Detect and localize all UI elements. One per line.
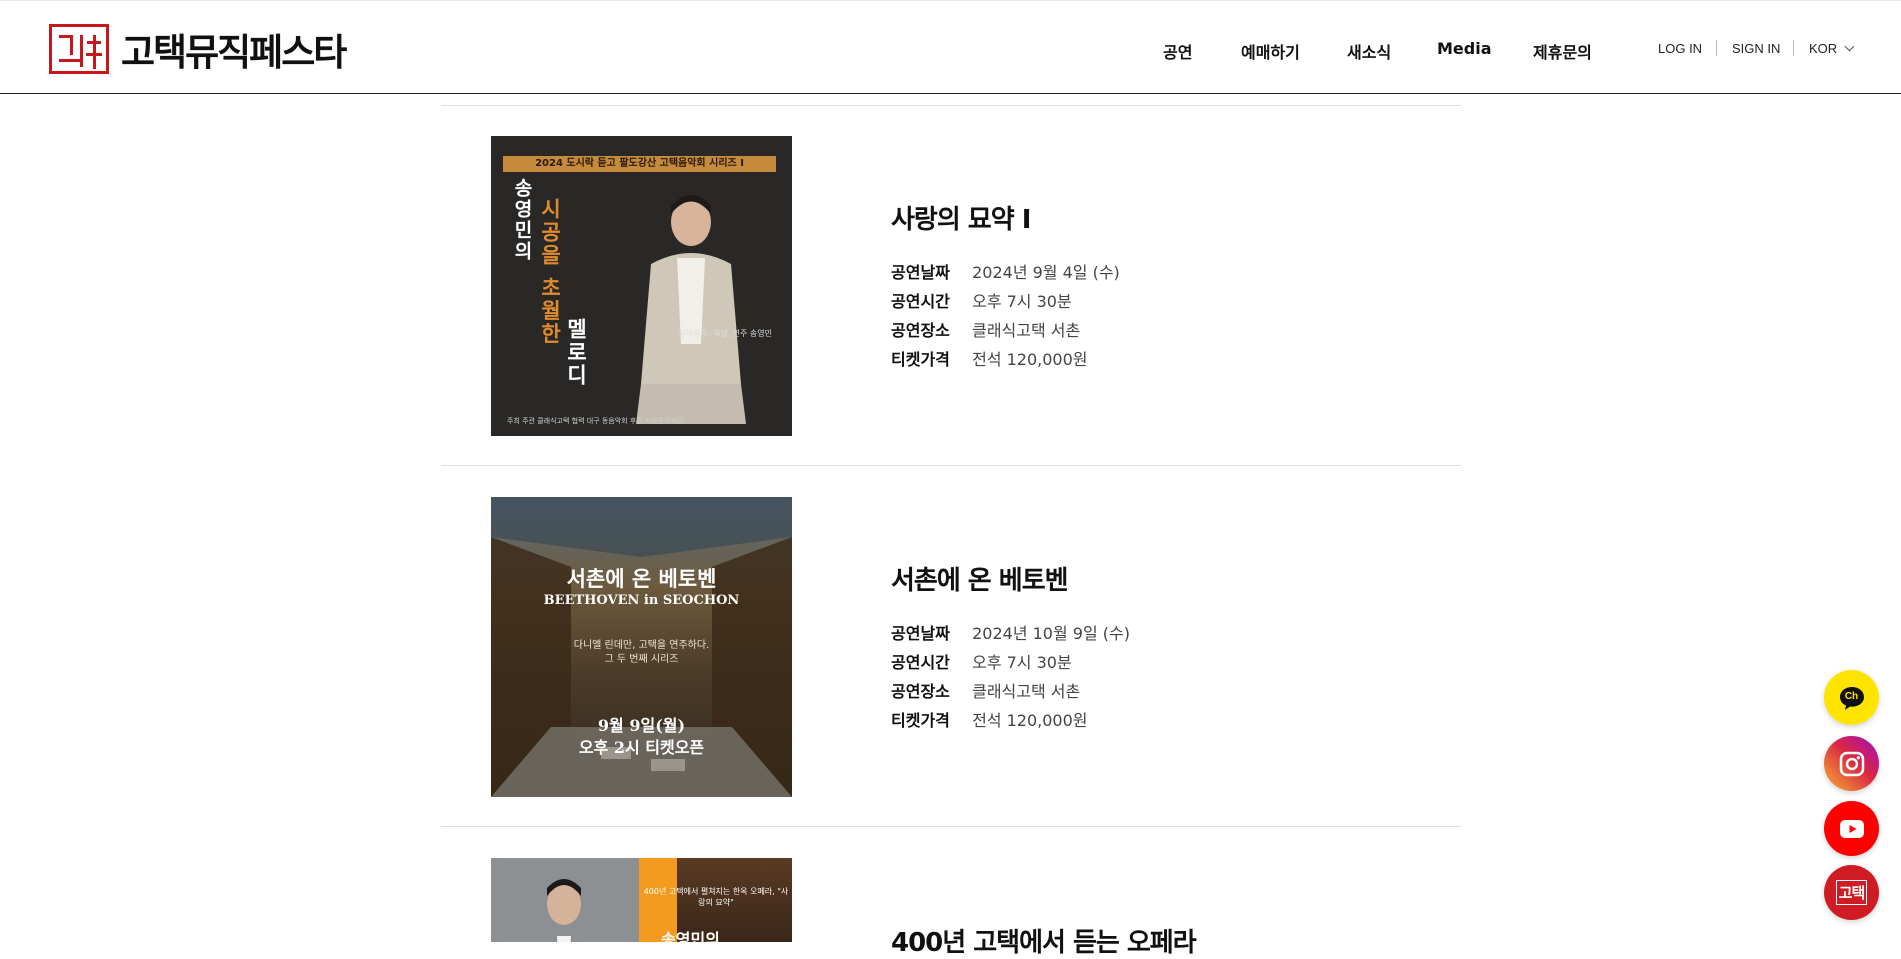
row-divider: [441, 105, 1461, 106]
signin-link[interactable]: SIGN IN: [1732, 41, 1780, 56]
poster-desc: 다니엘 린데만, 고택을 연주하다. 그 두 번째 시리즈: [491, 639, 792, 667]
youtube-button[interactable]: [1824, 801, 1879, 856]
poster-title: 서촌에 온 베토벤: [566, 566, 717, 591]
info-venue: 공연장소 클래식고택 서촌: [891, 678, 1080, 702]
poster-desc: 400년 고택에서 펼쳐지는 한옥 오페라, "사랑의 묘약": [643, 887, 789, 907]
kakao-label: Ch: [1844, 691, 1859, 702]
info-label: 공연시간: [891, 292, 950, 311]
nav-item-booking[interactable]: 예매하기: [1241, 39, 1300, 63]
poster-ticket-line: 9월 9일(월): [597, 716, 686, 735]
poster-vertical-text: 멜로디: [564, 318, 588, 387]
info-value: 2024년 10월 9일 (수): [972, 624, 1130, 643]
poster-band-text: 2024 도시락 듣고 팔도강산 고택음악회 시리즈 I: [503, 156, 776, 172]
poster-title: 송영민의: [661, 930, 720, 942]
performance-title[interactable]: 사랑의 묘약 I: [891, 199, 1031, 236]
language-selector[interactable]: KOR: [1809, 41, 1837, 56]
kakao-channel-button[interactable]: Ch: [1824, 670, 1879, 725]
info-price: 티켓가격 전석 120,000원: [891, 346, 1088, 370]
logo-text: 고택뮤직페스타: [121, 31, 347, 74]
info-value: 전석 120,000원: [972, 711, 1088, 730]
row-divider: [441, 465, 1461, 466]
util-divider: [1793, 40, 1794, 56]
info-label: 공연장소: [891, 682, 950, 701]
poster-subtitle: BEETHOVEN in SEOCHON: [543, 593, 740, 608]
info-value: 클래식고택 서촌: [972, 321, 1081, 340]
site-header: 고택뮤직페스타 공연 예매하기 새소식 Media 제휴문의 LOG IN SI…: [0, 0, 1901, 94]
instagram-button[interactable]: [1824, 736, 1879, 791]
poster-beethoven[interactable]: 서촌에 온 베토벤 BEETHOVEN in SEOCHON 다니엘 린데만, …: [491, 497, 792, 797]
site-logo[interactable]: 고택뮤직페스타: [49, 22, 347, 76]
poster-desc-line: 그 두 번째 시리즈: [604, 654, 679, 665]
info-value: 오후 7시 30분: [972, 653, 1072, 672]
info-label: 공연날짜: [891, 624, 950, 643]
poster-credit: 음악감독, 해설, 연주 송영민: [678, 329, 772, 338]
info-label: 티켓가격: [891, 350, 950, 369]
poster-desc-line: 다니엘 린데만, 고택을 연주하다.: [573, 640, 710, 651]
chevron-down-icon[interactable]: [1844, 41, 1855, 52]
info-value: 전석 120,000원: [972, 350, 1088, 369]
info-label: 티켓가격: [891, 711, 950, 730]
info-value: 2024년 9월 4일 (수): [972, 263, 1120, 282]
nav-item-performance[interactable]: 공연: [1163, 39, 1192, 63]
poster-ticket-line: 오후 2시 티켓오픈: [578, 738, 705, 757]
poster-opera[interactable]: 400년 고택에서 펼쳐지는 한옥 오페라, "사랑의 묘약" 송영민의: [491, 858, 792, 942]
info-venue: 공연장소 클래식고택 서촌: [891, 317, 1080, 341]
row-divider: [441, 826, 1461, 827]
info-value: 오후 7시 30분: [972, 292, 1072, 311]
poster-footer: 주최 주관 클래식고택 협력 대구 동음악회 후원 서울문화재단: [507, 417, 684, 425]
instagram-icon: [1839, 751, 1864, 776]
info-value: 클래식고택 서촌: [972, 682, 1081, 701]
performance-title[interactable]: 400년 고택에서 듣는 오페라: [891, 922, 1197, 959]
home-logo-button[interactable]: 고택: [1824, 865, 1879, 920]
poster-love-potion[interactable]: 2024 도시락 듣고 팔도강산 고택음악회 시리즈 I 송영민의 시공을 초월…: [491, 136, 792, 436]
performance-title[interactable]: 서촌에 온 베토벤: [891, 560, 1069, 597]
login-link[interactable]: LOG IN: [1658, 41, 1702, 56]
performer-photo: [636, 195, 746, 424]
info-date: 공연날짜 2024년 9월 4일 (수): [891, 259, 1120, 283]
info-date: 공연날짜 2024년 10월 9일 (수): [891, 620, 1130, 644]
info-time: 공연시간 오후 7시 30분: [891, 288, 1072, 312]
nav-item-partnership[interactable]: 제휴문의: [1533, 39, 1592, 63]
info-label: 공연시간: [891, 653, 950, 672]
util-divider: [1716, 40, 1717, 56]
logo-mark-icon: [49, 24, 109, 74]
performer-photo: [547, 879, 581, 942]
youtube-icon: [1839, 819, 1864, 838]
poster-vertical-text: 송영민의: [511, 178, 533, 262]
nav-item-news[interactable]: 새소식: [1347, 39, 1391, 63]
info-price: 티켓가격 전석 120,000원: [891, 707, 1088, 731]
info-label: 공연날짜: [891, 263, 950, 282]
logo-mark-icon: 고택: [1835, 880, 1868, 905]
info-time: 공연시간 오후 7시 30분: [891, 649, 1072, 673]
info-label: 공연장소: [891, 321, 950, 340]
poster-ticket-open: 9월 9일(월) 오후 2시 티켓오픈: [491, 715, 792, 759]
nav-item-media[interactable]: Media: [1437, 39, 1492, 58]
